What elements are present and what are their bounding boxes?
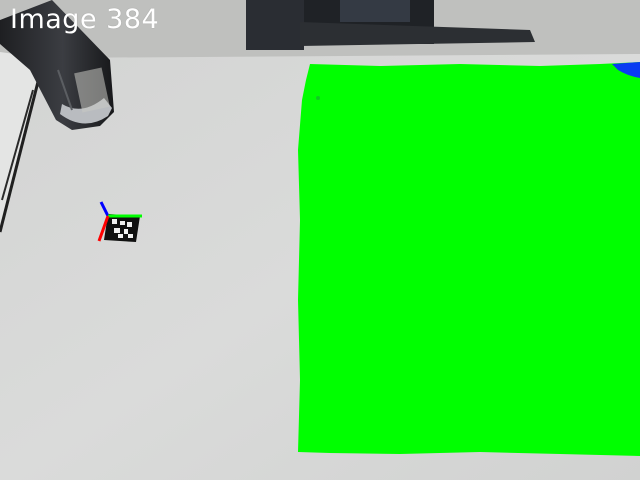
camera-frame: Image 384 xyxy=(0,0,640,480)
scene-drawing xyxy=(0,0,640,480)
green-mask-region xyxy=(298,62,640,456)
aruco-marker xyxy=(104,214,140,242)
image-caption: Image 384 xyxy=(10,4,160,35)
